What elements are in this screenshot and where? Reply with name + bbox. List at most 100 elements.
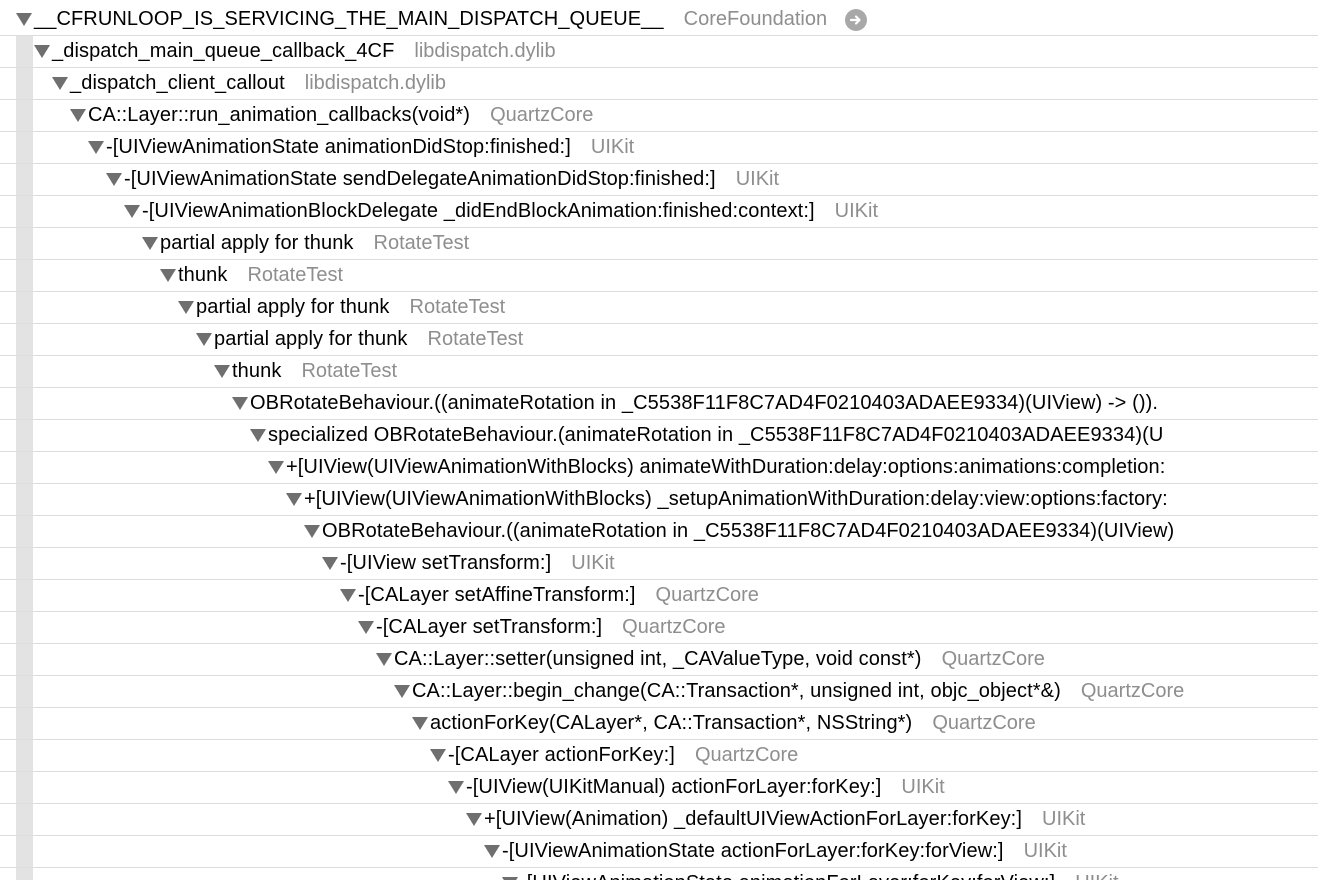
disclosure-triangle-expanded-icon[interactable] [430, 749, 446, 762]
disclosure-triangle-expanded-icon[interactable] [214, 365, 230, 378]
disclosure-triangle-expanded-icon[interactable] [196, 333, 212, 346]
call-tree-row[interactable]: CA::Layer::begin_change(CA::Transaction*… [0, 676, 1318, 708]
call-tree-row-content: -[CALayer setTransform:] QuartzCore [358, 612, 726, 643]
disclosure-triangle-expanded-icon[interactable] [34, 45, 50, 58]
call-tree-row[interactable]: partial apply for thunk RotateTest [0, 292, 1318, 324]
library-name: libdispatch.dylib [414, 40, 556, 62]
symbol-name: CA::Layer::run_animation_callbacks(void*… [88, 104, 471, 126]
call-tree-row-content: CA::Layer::begin_change(CA::Transaction*… [394, 676, 1184, 707]
symbol-name: _dispatch_client_callout [70, 72, 285, 94]
disclosure-triangle-expanded-icon[interactable] [160, 269, 176, 282]
call-tree-row[interactable]: -[UIView setTransform:] UIKit [0, 548, 1318, 580]
call-tree-row[interactable]: +[UIView(UIViewAnimationWithBlocks) _set… [0, 484, 1318, 516]
call-tree-row[interactable]: -[UIViewAnimationState actionForLayer:fo… [0, 836, 1318, 868]
disclosure-triangle-expanded-icon[interactable] [286, 493, 302, 506]
symbol-name: -[CALayer actionForKey:] [448, 744, 675, 766]
disclosure-triangle-expanded-icon[interactable] [412, 717, 428, 730]
symbol-name: partial apply for thunk [196, 296, 390, 318]
call-tree-row[interactable]: -[CALayer setTransform:] QuartzCore [0, 612, 1318, 644]
call-tree-row[interactable]: -[UIViewAnimationState sendDelegateAnima… [0, 164, 1318, 196]
disclosure-triangle-expanded-icon[interactable] [178, 301, 194, 314]
call-tree-row[interactable]: -[UIView(UIKitManual) actionForLayer:for… [0, 772, 1318, 804]
call-tree-row-content: partial apply for thunk RotateTest [178, 292, 505, 323]
disclosure-triangle-expanded-icon[interactable] [232, 397, 248, 410]
call-tree-row[interactable]: specialized OBRotateBehaviour.(animateRo… [0, 420, 1318, 452]
call-tree-row[interactable]: -[CALayer actionForKey:] QuartzCore [0, 740, 1318, 772]
symbol-name: +[UIView(UIViewAnimationWithBlocks) _set… [304, 488, 1168, 510]
call-tree-row-content: __CFRUNLOOP_IS_SERVICING_THE_MAIN_DISPAT… [16, 4, 868, 35]
call-tree-row[interactable]: _dispatch_client_callout libdispatch.dyli… [0, 68, 1318, 100]
call-tree-row[interactable]: partial apply for thunk RotateTest [0, 228, 1318, 260]
disclosure-triangle-expanded-icon[interactable] [88, 141, 104, 154]
disclosure-triangle-expanded-icon[interactable] [322, 557, 338, 570]
call-tree-row[interactable]: _dispatch_main_queue_callback_4CF libdisp… [0, 36, 1318, 68]
call-tree-row-content: -[CALayer setAffineTransform:] QuartzCore [340, 580, 759, 611]
call-tree-row[interactable]: -[UIViewAnimationBlockDelegate _didEndBl… [0, 196, 1318, 228]
symbol-name: -[UIView setTransform:] [340, 552, 552, 574]
call-tree-row-content: -[CALayer actionForKey:] QuartzCore [430, 740, 798, 771]
call-tree-row[interactable]: actionForKey(CALayer*, CA::Transaction*,… [0, 708, 1318, 740]
call-tree-row-content: -[UIViewAnimationState actionForLayer:fo… [484, 836, 1067, 867]
library-name: RotateTest [427, 328, 524, 350]
disclosure-triangle-expanded-icon[interactable] [268, 461, 284, 474]
library-name: QuartzCore [932, 712, 1036, 734]
call-tree-row[interactable]: +[UIView(UIViewAnimationWithBlocks) anim… [0, 452, 1318, 484]
disclosure-triangle-expanded-icon[interactable] [70, 109, 86, 122]
call-tree-row[interactable]: CA::Layer::run_animation_callbacks(void*… [0, 100, 1318, 132]
disclosure-triangle-expanded-icon[interactable] [250, 429, 266, 442]
disclosure-triangle-expanded-icon[interactable] [448, 781, 464, 794]
symbol-name: __CFRUNLOOP_IS_SERVICING_THE_MAIN_DISPAT… [34, 8, 664, 30]
call-tree-row[interactable]: __CFRUNLOOP_IS_SERVICING_THE_MAIN_DISPAT… [0, 4, 1318, 36]
disclosure-triangle-expanded-icon[interactable] [16, 13, 32, 26]
call-tree-row-content: CA::Layer::run_animation_callbacks(void*… [70, 100, 593, 131]
call-tree-row-content: OBRotateBehaviour.((animateRotation in _… [232, 388, 1158, 419]
symbol-name: -[CALayer setTransform:] [376, 616, 603, 638]
call-tree-row[interactable]: +[UIView(Animation) _defaultUIViewAction… [0, 804, 1318, 836]
call-tree-row-content: thunk RotateTest [214, 356, 397, 387]
disclosure-triangle-expanded-icon[interactable] [142, 237, 158, 250]
library-name: QuartzCore [490, 104, 594, 126]
disclosure-triangle-expanded-icon[interactable] [466, 813, 482, 826]
symbol-name: OBRotateBehaviour.((animateRotation in _… [250, 392, 1159, 414]
library-name: RotateTest [373, 232, 470, 254]
call-tree-row[interactable]: -[CALayer setAffineTransform:] QuartzCore [0, 580, 1318, 612]
symbol-name: actionForKey(CALayer*, CA::Transaction*,… [430, 712, 913, 734]
call-tree-row-content: -[UIViewAnimationState sendDelegateAnima… [106, 164, 779, 195]
call-tree-row-content: +[UIView(UIViewAnimationWithBlocks) _set… [286, 484, 1168, 515]
disclosure-triangle-expanded-icon[interactable] [376, 653, 392, 666]
call-tree-row[interactable]: partial apply for thunk RotateTest [0, 324, 1318, 356]
call-tree: __CFRUNLOOP_IS_SERVICING_THE_MAIN_DISPAT… [0, 0, 1318, 880]
disclosure-triangle-expanded-icon[interactable] [394, 685, 410, 698]
disclosure-triangle-expanded-icon[interactable] [106, 173, 122, 186]
library-name: QuartzCore [941, 648, 1045, 670]
symbol-name: -[UIViewAnimationState animationDidStop:… [106, 136, 571, 158]
call-tree-row-content: partial apply for thunk RotateTest [142, 228, 469, 259]
library-name: UIKit [834, 200, 878, 222]
call-tree-row[interactable]: thunk RotateTest [0, 260, 1318, 292]
disclosure-triangle-expanded-icon[interactable] [304, 525, 320, 538]
call-tree-row-content: +[UIView(UIViewAnimationWithBlocks) anim… [268, 452, 1165, 483]
call-tree-row[interactable]: OBRotateBehaviour.((animateRotation in _… [0, 388, 1318, 420]
disclosure-triangle-expanded-icon[interactable] [52, 77, 68, 90]
disclosure-triangle-expanded-icon[interactable] [124, 205, 140, 218]
call-tree-row[interactable]: OBRotateBehaviour.((animateRotation in _… [0, 516, 1318, 548]
symbol-name: thunk [232, 360, 282, 382]
library-name: UIKit [571, 552, 615, 574]
library-name: UIKit [1023, 840, 1067, 862]
call-tree-row[interactable]: CA::Layer::setter(unsigned int, _CAValue… [0, 644, 1318, 676]
call-tree-row[interactable]: -[UIViewAnimationState animationForLayer… [0, 868, 1318, 880]
call-tree-row[interactable]: -[UIViewAnimationState animationDidStop:… [0, 132, 1318, 164]
library-name: UIKit [590, 136, 635, 158]
arrow-right-circle-icon[interactable] [845, 8, 868, 31]
library-name: QuartzCore [655, 584, 759, 606]
call-tree-row-content: actionForKey(CALayer*, CA::Transaction*,… [412, 708, 1036, 739]
call-tree-row-content: -[UIViewAnimationState animationForLayer… [502, 868, 1119, 880]
symbol-name: -[UIView(UIKitManual) actionForLayer:for… [466, 776, 882, 798]
disclosure-triangle-expanded-icon[interactable] [358, 621, 374, 634]
disclosure-triangle-expanded-icon[interactable] [484, 845, 500, 858]
disclosure-triangle-expanded-icon[interactable] [340, 589, 356, 602]
call-tree-row[interactable]: thunk RotateTest [0, 356, 1318, 388]
library-name: UIKit [1075, 872, 1118, 880]
symbol-name: partial apply for thunk [160, 232, 354, 254]
symbol-name: -[UIViewAnimationState sendDelegateAnima… [124, 168, 716, 190]
